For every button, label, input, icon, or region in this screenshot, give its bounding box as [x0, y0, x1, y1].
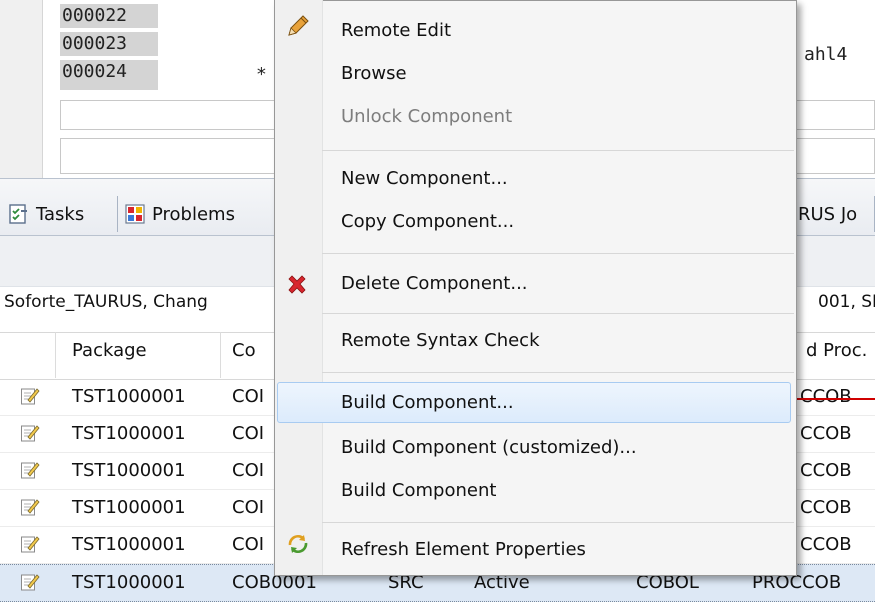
menu-item-unlock-component[interactable]: Unlock Component [341, 100, 512, 134]
menu-separator [322, 253, 794, 254]
menu-item-build-component-customized[interactable]: Build Component (customized)... [341, 431, 637, 465]
column-header-component[interactable]: Co [232, 340, 256, 361]
line-number: 000022 [60, 4, 158, 28]
tasks-icon [9, 204, 27, 224]
cell-component: COI [232, 497, 265, 518]
cell-package: TST1000001 [72, 423, 186, 444]
cell-build-proc: CCOB [800, 386, 852, 407]
cell-package: TST1000001 [72, 460, 186, 481]
context-info-left: Soforte_TAURUS, Chang [4, 292, 208, 312]
menu-separator [322, 313, 794, 314]
line-number: 000024 [60, 60, 158, 90]
edit-status-icon [21, 462, 40, 479]
editor-gutter [0, 0, 43, 178]
edit-status-icon [21, 499, 40, 516]
cell-build-proc: CCOB [800, 534, 852, 555]
cell-build-proc: CCOB [800, 497, 852, 518]
cell-component: COI [232, 534, 265, 555]
menu-item-remote-edit[interactable]: Remote Edit [341, 14, 451, 48]
menu-item-remote-syntax-check[interactable]: Remote Syntax Check [341, 324, 540, 358]
edit-status-icon [21, 536, 40, 553]
problems-icon [125, 204, 145, 224]
tab-problems[interactable]: Problems [124, 196, 235, 232]
cell-component: COI [232, 423, 265, 444]
edit-status-icon [21, 425, 40, 442]
cell-package: TST1000001 [72, 534, 186, 555]
edit-status-icon [21, 388, 40, 405]
menu-separator [322, 372, 794, 373]
column-header-build-proc[interactable]: d Proc. [806, 340, 867, 361]
edit-status-icon [21, 574, 40, 591]
refresh-icon [288, 534, 308, 554]
menu-item-copy-component[interactable]: Copy Component... [341, 205, 514, 239]
cell-build-proc: CCOB [800, 423, 852, 444]
menu-item-delete-component[interactable]: Delete Component... [341, 267, 528, 301]
menu-separator [322, 522, 794, 523]
menu-item-build-component-dialog[interactable]: Build Component... [341, 386, 514, 420]
tab-label: RUS Jo [798, 203, 858, 225]
context-info-right: 001, SR [818, 292, 875, 312]
menu-item-build-component[interactable]: Build Component [341, 474, 496, 508]
cell-package: TST1000001 [72, 386, 186, 407]
annotation-line [790, 398, 875, 400]
cell-package: TST1000001 [72, 497, 186, 518]
cell-component: COI [232, 386, 265, 407]
pencil-icon [288, 15, 309, 36]
menu-item-browse[interactable]: Browse [341, 57, 407, 91]
tab-tasks[interactable]: Tasks [8, 196, 84, 232]
menu-separator [322, 150, 794, 151]
code-marker: * [256, 64, 267, 85]
tab-label: Problems [152, 203, 235, 225]
column-header-package[interactable]: Package [72, 340, 147, 361]
cell-component: COI [232, 460, 265, 481]
code-text: ahl4 [804, 44, 848, 65]
menu-item-new-component[interactable]: New Component... [341, 162, 508, 196]
menu-item-refresh-element-properties[interactable]: Refresh Element Properties [341, 533, 586, 567]
tab-taurus-jobs[interactable]: RUS Jo [798, 196, 857, 232]
cell-build-proc: CCOB [800, 460, 852, 481]
cell-package: TST1000001 [72, 572, 186, 593]
delete-x-icon [288, 275, 306, 294]
line-number: 000023 [60, 32, 158, 56]
tab-label: Tasks [36, 203, 85, 225]
